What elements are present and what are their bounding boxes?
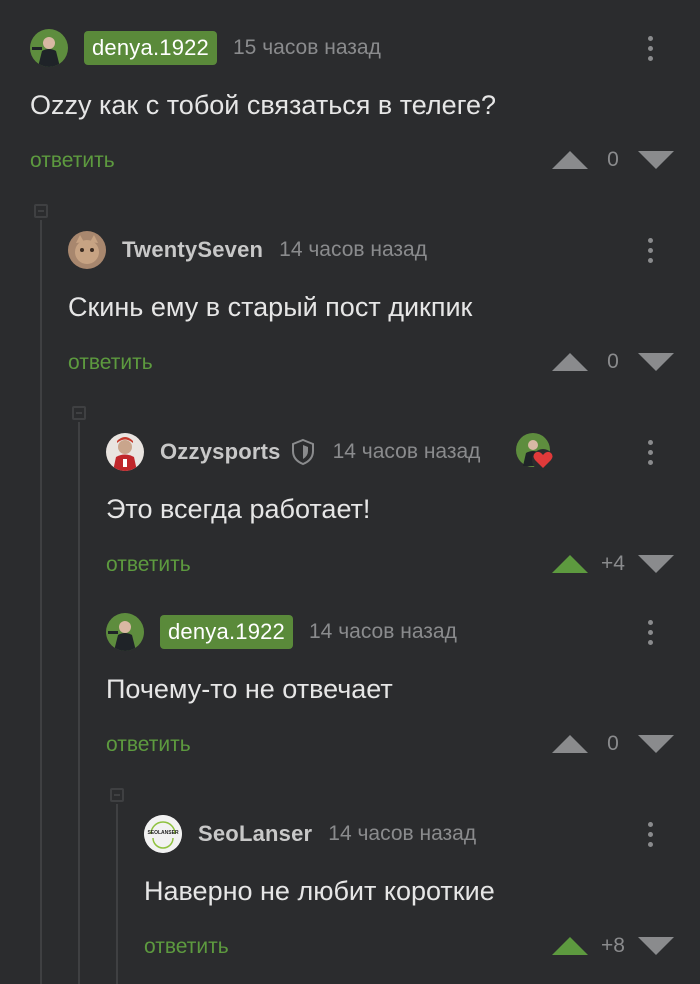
user-avatar[interactable] [106,433,144,471]
vote-score: +8 [601,934,625,957]
thread-line [116,804,118,984]
user-avatar[interactable] [106,613,144,651]
seolanser-logo-text: SEOLANSER [147,830,179,836]
username[interactable]: SeoLanser [198,821,312,847]
downvote-icon[interactable] [638,151,674,169]
timestamp[interactable]: 14 часов назад [309,620,457,644]
user-avatar[interactable]: SEOLANSER [144,815,182,853]
thread-line [78,422,80,984]
vote-score: +4 [601,552,625,575]
upvote-icon[interactable] [552,735,588,753]
reply-link[interactable]: ответить [106,553,191,577]
downvote-icon[interactable] [638,555,674,573]
timestamp[interactable]: 14 часов назад [328,822,476,846]
reply-link[interactable]: ответить [68,351,153,375]
comment-text: Наверно не любит короткие [144,876,495,906]
thread-line [40,220,42,984]
more-options-icon[interactable] [640,612,660,652]
liked-by-author-icon [516,433,554,471]
more-options-icon[interactable] [640,814,660,854]
shield-icon [291,438,314,466]
comment-text: Скинь ему в старый пост дикпик [68,292,473,322]
timestamp[interactable]: 14 часов назад [333,440,481,464]
comment-text: Ozzy как с тобой связаться в телеге? [30,90,496,120]
comment-text: Почему-то не отвечает [106,674,393,704]
username-op-badge[interactable]: denya.1922 [160,615,293,649]
upvote-icon[interactable] [552,151,588,169]
downvote-icon[interactable] [638,735,674,753]
reply-link[interactable]: ответить [106,733,191,757]
vote-score: 0 [607,148,619,171]
vote-score: 0 [607,350,619,373]
more-options-icon[interactable] [640,28,660,68]
upvote-icon[interactable] [552,937,588,955]
timestamp[interactable]: 14 часов назад [279,238,427,262]
timestamp[interactable]: 15 часов назад [233,36,381,60]
user-avatar[interactable] [30,29,68,67]
more-options-icon[interactable] [640,230,660,270]
reply-link[interactable]: ответить [30,149,115,173]
collapse-toggle-icon[interactable] [110,788,124,802]
username-op-badge[interactable]: denya.1922 [84,31,217,65]
more-options-icon[interactable] [640,432,660,472]
comment-text: Это всегда работает! [106,494,371,524]
upvote-icon[interactable] [552,353,588,371]
collapse-toggle-icon[interactable] [72,406,86,420]
username[interactable]: TwentySeven [122,237,263,263]
username[interactable]: Ozzysports [160,439,281,465]
user-avatar[interactable] [68,231,106,269]
vote-score: 0 [607,732,619,755]
downvote-icon[interactable] [638,937,674,955]
upvote-icon[interactable] [552,555,588,573]
downvote-icon[interactable] [638,353,674,371]
collapse-toggle-icon[interactable] [34,204,48,218]
reply-link[interactable]: ответить [144,935,229,959]
